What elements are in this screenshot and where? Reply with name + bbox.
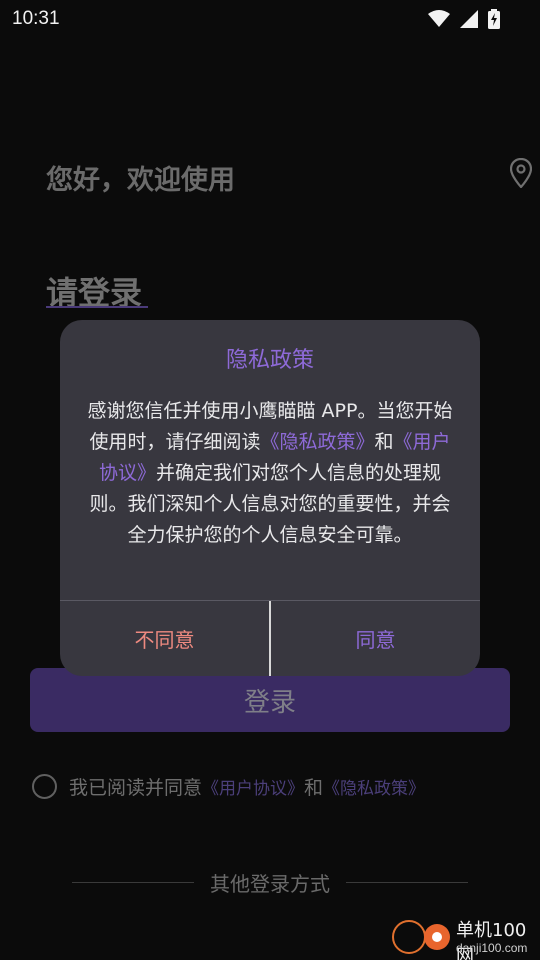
signal-icon [460,10,478,32]
other-login-label: 其他登录方式 [210,872,330,896]
screen: 10:31 您好，欢迎使用 请登录 登录 我已阅读并同意 《用户协议》 和 《隐… [0,0,540,960]
status-time: 10:31 [12,8,60,29]
agreement-radio[interactable] [32,774,57,799]
watermark-ring-icon [392,920,426,954]
login-button-label: 登录 [243,687,296,718]
watermark-dot-icon [424,924,450,950]
other-login-methods: 其他登录方式 [72,868,468,897]
location-pin-icon[interactable] [509,157,533,192]
status-icons [428,9,500,33]
dialog-privacy-link[interactable]: 《隐私政策》 [260,431,374,453]
watermark-subtitle: danji100.com [456,941,528,955]
privacy-dialog: 隐私政策 感谢您信任并使用小鹰瞄瞄 APP。当您开始使用时，请仔细阅读《隐私政策… [60,320,480,676]
battery-charging-icon [488,9,500,33]
dialog-body-and: 和 [374,431,394,453]
watermark-logo: 单机100网 danji100.com [392,916,540,960]
agreement-prefix: 我已阅读并同意 [69,777,203,799]
agreement-and: 和 [304,777,324,799]
agreement-row: 我已阅读并同意 《用户协议》 和 《隐私政策》 [32,773,425,800]
agree-button[interactable]: 同意 [271,601,480,676]
login-title-underline [46,306,148,308]
privacy-policy-link[interactable]: 《隐私政策》 [323,774,425,799]
wifi-icon [428,10,450,32]
status-bar: 10:31 [0,0,540,40]
divider-left [72,882,194,883]
greeting-text: 您好，欢迎使用 [46,165,235,196]
dialog-body: 感谢您信任并使用小鹰瞄瞄 APP。当您开始使用时，请仔细阅读《隐私政策》和《用户… [86,396,454,551]
divider-right [346,882,468,883]
login-button[interactable]: 登录 [30,668,510,732]
disagree-button[interactable]: 不同意 [60,601,269,676]
dialog-title: 隐私政策 [225,348,314,373]
user-agreement-link[interactable]: 《用户协议》 [202,774,304,799]
